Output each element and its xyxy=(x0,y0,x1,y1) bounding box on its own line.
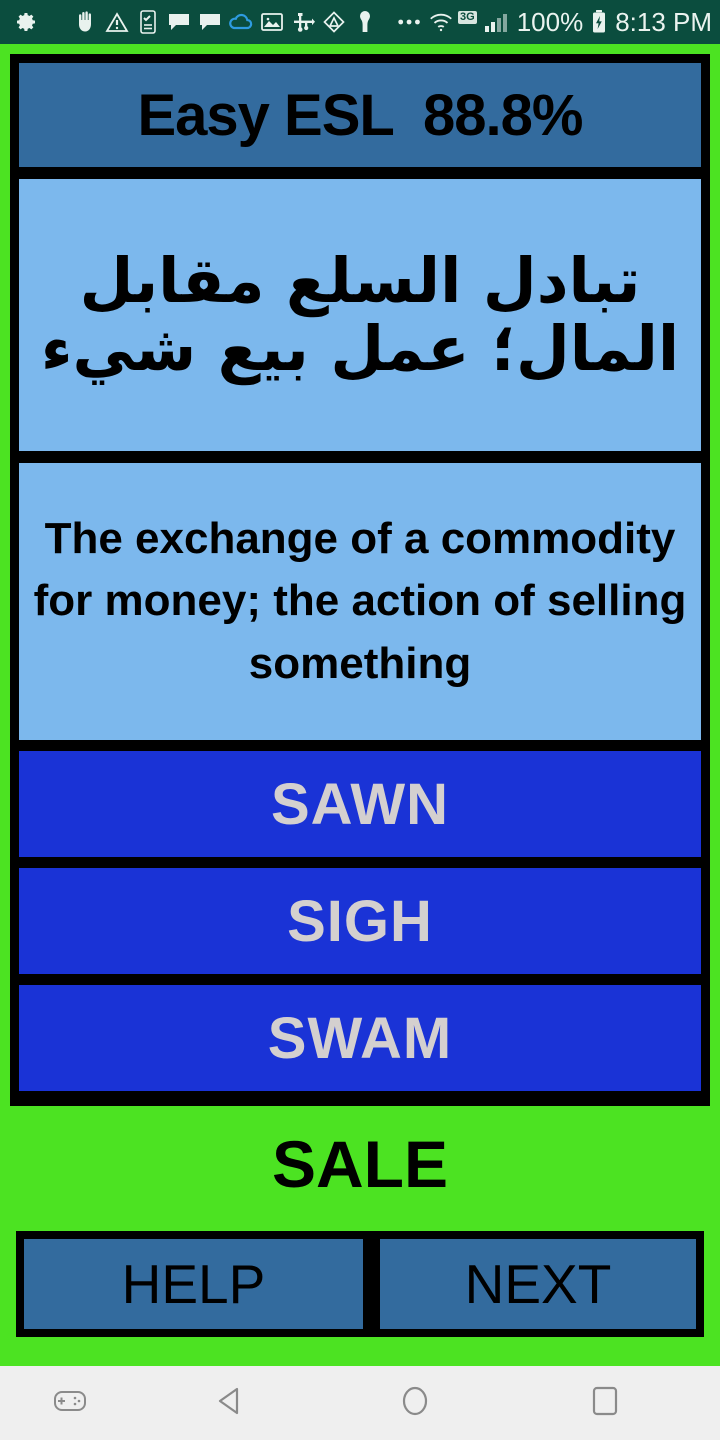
home-circle-icon xyxy=(399,1384,431,1423)
speech-bubble-icon-2 xyxy=(197,9,223,35)
hand-icon xyxy=(73,9,99,35)
warning-triangle-icon xyxy=(104,9,130,35)
gear-icon xyxy=(14,9,40,35)
page-title: Easy ESL 88.8% xyxy=(137,82,583,148)
app-root: 3G 100% 8:13 PM Easy ESL 88.8% تبادل الس… xyxy=(0,0,720,1440)
choice-label-1: SAWN xyxy=(271,771,449,837)
speech-bubble-icon xyxy=(166,9,192,35)
phone-checklist-icon xyxy=(135,9,161,35)
usb-icon xyxy=(290,9,316,35)
bottom-button-bar: HELP NEXT xyxy=(16,1231,704,1337)
status-bar-notification-icons xyxy=(73,9,428,35)
home-button[interactable] xyxy=(320,1384,510,1423)
arabic-definition-panel: تبادل السلع مقابل المال؛ عمل بيع شيء xyxy=(19,179,701,451)
image-icon xyxy=(259,9,285,35)
choice-button-2[interactable]: SIGH xyxy=(19,868,701,974)
keyhole-icon xyxy=(352,9,378,35)
more-dots-icon xyxy=(397,9,423,35)
battery-charging-icon xyxy=(589,9,609,35)
quiz-card-frame: Easy ESL 88.8% تبادل السلع مقابل المال؛ … xyxy=(10,54,710,1106)
game-controller-button[interactable] xyxy=(0,1388,140,1419)
arabic-definition-text: تبادل السلع مقابل المال؛ عمل بيع شيء xyxy=(40,243,680,385)
game-controller-icon xyxy=(53,1388,87,1419)
back-button[interactable] xyxy=(140,1385,320,1422)
status-bar: 3G 100% 8:13 PM xyxy=(0,0,720,44)
english-definition-text: The exchange of a commodity for money; t… xyxy=(33,513,687,688)
android-navigation-bar xyxy=(0,1366,720,1440)
status-bar-right-icons: 3G 100% 8:13 PM xyxy=(428,7,712,38)
triangle-badge-icon xyxy=(321,9,347,35)
cloud-icon xyxy=(228,9,254,35)
signal-bars-icon xyxy=(483,9,511,35)
battery-percent-label: 100% xyxy=(516,6,584,37)
choice-button-1[interactable]: SAWN xyxy=(19,751,701,857)
recents-button[interactable] xyxy=(510,1384,700,1423)
recents-square-icon xyxy=(590,1384,620,1423)
choice-label-3: SWAM xyxy=(267,1005,453,1071)
next-button[interactable]: NEXT xyxy=(380,1239,696,1329)
next-button-label: NEXT xyxy=(464,1253,612,1315)
answer-word-label: SALE xyxy=(271,1127,449,1201)
back-triangle-icon xyxy=(215,1385,245,1422)
answer-word: SALE xyxy=(0,1120,720,1208)
choice-label-2: SIGH xyxy=(287,888,433,954)
app-header: Easy ESL 88.8% xyxy=(19,63,701,167)
help-button-label: HELP xyxy=(121,1253,266,1315)
help-button[interactable]: HELP xyxy=(24,1239,363,1329)
clock-label: 8:13 PM xyxy=(615,6,713,37)
network-type-badge: 3G xyxy=(458,10,477,24)
english-definition-panel: The exchange of a commodity for money; t… xyxy=(19,463,701,740)
choice-button-3[interactable]: SWAM xyxy=(19,985,701,1091)
wifi-icon xyxy=(428,9,454,35)
status-bar-left-icons xyxy=(14,9,45,35)
